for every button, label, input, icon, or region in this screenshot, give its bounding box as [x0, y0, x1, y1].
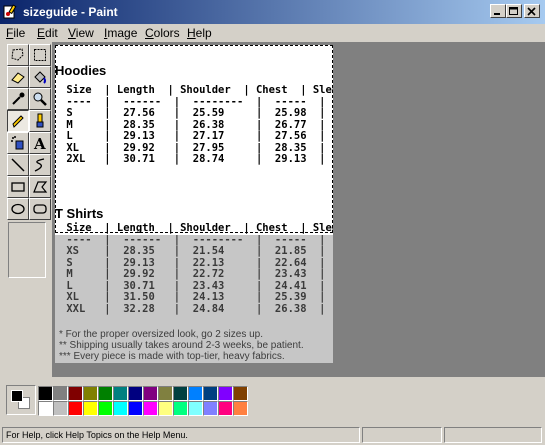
tool-pencil[interactable] [7, 110, 29, 132]
tool-ellipse[interactable] [7, 198, 29, 220]
palette-swatch[interactable] [83, 401, 98, 416]
palette-swatch[interactable] [143, 401, 158, 416]
note-line: * For the proper oversized look, go 2 si… [59, 329, 263, 340]
palette-swatch[interactable] [173, 401, 188, 416]
eraser-icon [11, 72, 25, 84]
title-bar: sizeguide - Paint [0, 0, 545, 24]
minimize-icon [494, 13, 500, 15]
palette-swatch[interactable] [128, 386, 143, 401]
palette-swatch[interactable] [158, 401, 173, 416]
menu-file[interactable]: File [6, 26, 25, 40]
tool-options-box[interactable] [8, 222, 46, 278]
curve-icon [34, 158, 45, 172]
tool-rectangle[interactable] [7, 176, 29, 198]
maximize-button[interactable] [506, 4, 522, 18]
status-cursor-position [362, 427, 442, 443]
drawing-canvas[interactable]: Hoodies Size | Length | Shoulder | Chest… [55, 45, 333, 363]
palette-swatch[interactable] [188, 401, 203, 416]
tool-pick-color[interactable] [7, 88, 29, 110]
color-box [2, 381, 302, 421]
notes-block: * For the proper oversized look, go 2 si… [59, 329, 304, 362]
palette-swatch[interactable] [173, 386, 188, 401]
hoodies-size-table: Size | Length | Shoulder | Chest | Sleev… [66, 84, 333, 165]
menu-colors[interactable]: Colors [145, 26, 180, 40]
rounded-rectangle-icon [33, 204, 47, 214]
tool-box: A [2, 44, 51, 282]
fill-with-color-icon [34, 71, 46, 84]
tool-text[interactable]: A [29, 132, 51, 154]
tool-brush[interactable] [29, 110, 51, 132]
palette-swatch[interactable] [53, 401, 68, 416]
palette-swatch[interactable] [38, 401, 53, 416]
palette-swatch[interactable] [203, 401, 218, 416]
menu-edit[interactable]: Edit [37, 26, 58, 40]
palette-swatch[interactable] [98, 401, 113, 416]
hoodies-heading: Hoodies [55, 63, 107, 78]
palette-swatch[interactable] [203, 386, 218, 401]
menu-help[interactable]: Help [187, 26, 212, 40]
select-icon [34, 49, 46, 61]
paint-app-icon [3, 4, 17, 19]
svg-text:A: A [33, 135, 46, 151]
close-button[interactable] [524, 4, 540, 18]
tshirts-heading: T Shirts [55, 206, 104, 221]
brush-icon [36, 113, 44, 128]
tool-select[interactable] [29, 44, 51, 66]
palette-swatch[interactable] [98, 386, 113, 401]
foreground-color-swatch [11, 390, 23, 402]
ellipse-icon [11, 203, 25, 215]
line-icon [11, 158, 25, 172]
palette-swatch[interactable] [128, 401, 143, 416]
palette-swatch[interactable] [143, 386, 158, 401]
magnifier-icon [33, 92, 47, 106]
status-bar: For Help, click Help Topics on the Help … [0, 425, 545, 445]
note-line: ** Shipping usually takes around 2-3 wee… [59, 340, 304, 351]
tool-rounded-rectangle[interactable] [29, 198, 51, 220]
palette-swatch[interactable] [113, 386, 128, 401]
menu-bar: File Edit View Image Colors Help [0, 24, 545, 42]
tshirts-size-table: Size | Length | Shoulder | Chest | Sleev… [66, 222, 333, 315]
tool-eraser[interactable] [7, 66, 29, 88]
tool-polygon[interactable] [29, 176, 51, 198]
rectangle-icon [11, 182, 25, 192]
tool-magnifier[interactable] [29, 88, 51, 110]
palette-swatch[interactable] [218, 386, 233, 401]
menu-image[interactable]: Image [104, 26, 137, 40]
palette-swatch[interactable] [68, 386, 83, 401]
text-icon: A [33, 135, 46, 151]
palette-swatch[interactable] [233, 401, 248, 416]
palette-swatch[interactable] [68, 401, 83, 416]
pencil-icon [12, 115, 24, 128]
palette-swatch[interactable] [188, 386, 203, 401]
polygon-icon [33, 181, 48, 193]
airbrush-icon [11, 136, 24, 150]
palette-swatch[interactable] [218, 401, 233, 416]
current-colors-indicator[interactable] [6, 385, 36, 415]
window-title: sizeguide - Paint [23, 5, 118, 19]
tool-line[interactable] [7, 154, 29, 176]
menu-view[interactable]: View [68, 26, 94, 40]
note-line: *** Every piece is made with top-tier, h… [59, 351, 285, 362]
palette-swatch[interactable] [233, 386, 248, 401]
minimize-button[interactable] [490, 4, 506, 18]
status-selection-size [444, 427, 542, 443]
close-icon [527, 7, 536, 16]
palette-swatch[interactable] [158, 386, 173, 401]
maximize-icon [509, 7, 518, 15]
free-form-select-icon [11, 48, 24, 61]
palette-swatch[interactable] [53, 386, 68, 401]
tool-airbrush[interactable] [7, 132, 29, 154]
palette-swatch[interactable] [83, 386, 98, 401]
canvas-scroll-area: Hoodies Size | Length | Shoulder | Chest… [52, 42, 545, 377]
tool-curve[interactable] [29, 154, 51, 176]
pick-color-icon [12, 92, 25, 105]
status-help-text: For Help, click Help Topics on the Help … [2, 427, 360, 443]
palette-swatch[interactable] [113, 401, 128, 416]
tool-fill-with-color[interactable] [29, 66, 51, 88]
tool-free-form-select[interactable] [7, 44, 29, 66]
palette-swatch[interactable] [38, 386, 53, 401]
